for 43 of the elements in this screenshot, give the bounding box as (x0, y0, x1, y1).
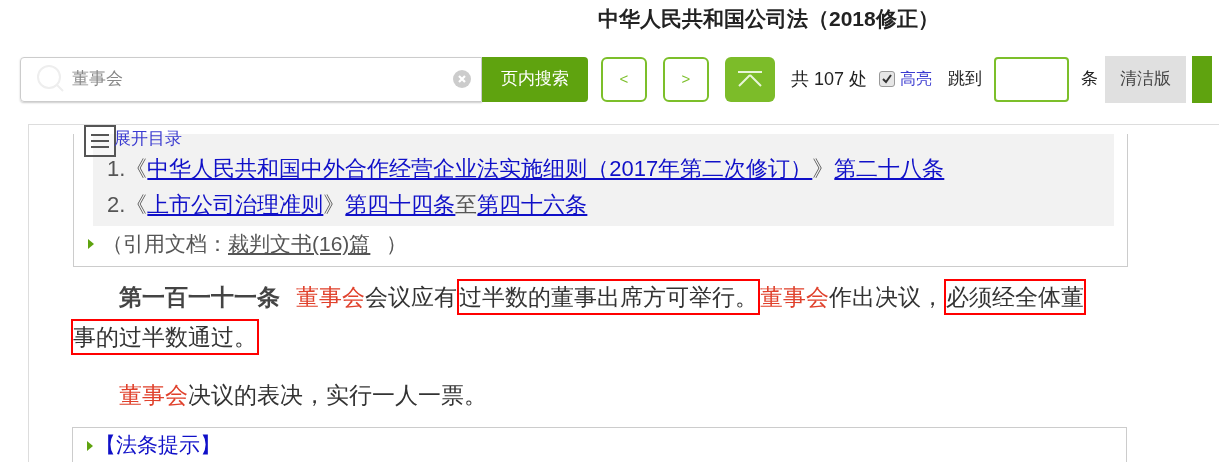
list-number: 2. (107, 190, 126, 219)
search-input[interactable]: 董事会 (72, 66, 453, 92)
bracket: 》 (323, 190, 346, 219)
range-text: 至 (455, 190, 478, 219)
jump-suffix: 条 (1081, 68, 1099, 91)
expand-icon[interactable] (87, 440, 93, 451)
cited-label: （引用文档： (102, 231, 228, 257)
highlight-label[interactable]: 高亮 (900, 67, 933, 91)
menu-icon[interactable] (84, 125, 116, 157)
paragraph-text: 决议的表决，实行一人一票。 (188, 381, 487, 408)
marked-text: 过半数的董事出席方可举行。 (457, 278, 760, 315)
law-link[interactable]: 上市公司治理准则 (147, 187, 324, 221)
article-link[interactable]: 第二十八条 (834, 151, 945, 185)
clean-version-button[interactable]: 清洁版 (1105, 55, 1187, 103)
tips-heading[interactable]: 【法条提示】 (95, 428, 221, 460)
article-number: 第一百一十一条 (119, 283, 280, 310)
jump-field[interactable] (994, 56, 1070, 102)
marked-text: 事的过半数通过。 (71, 318, 259, 355)
top-button[interactable] (725, 56, 775, 102)
bracket: 》 (812, 154, 835, 183)
highlighted-term: 董事会 (119, 381, 188, 408)
expand-icon[interactable] (88, 238, 94, 249)
cited-link[interactable]: 裁判文书(16)篇 (228, 228, 371, 260)
law-link[interactable]: 中华人民共和国中外合作经营企业法实施细则（2017年第二次修订） (147, 151, 813, 185)
match-count: 共 107 处 (791, 67, 868, 91)
highlight-checkbox[interactable] (879, 71, 896, 87)
bracket: 《 (125, 154, 148, 183)
marked-text: 必须经全体董 (944, 278, 1086, 315)
list-number: 1. (107, 154, 126, 183)
top-icon (736, 71, 764, 87)
paragraph-text: 会议应有 (365, 283, 457, 310)
paragraph-text: 作出决议， (829, 283, 944, 310)
cited-close: ） (386, 231, 408, 257)
article-link[interactable]: 第四十四条 (345, 187, 456, 221)
cut-off-button[interactable] (1192, 55, 1213, 103)
highlighted-term: 董事会 (760, 283, 829, 310)
document-title: 中华人民共和国公司法（2018修正） (598, 5, 939, 32)
bracket: 《 (125, 190, 148, 219)
clear-icon[interactable] (453, 70, 471, 88)
article-link[interactable]: 第四十六条 (477, 187, 588, 221)
search-field[interactable]: 董事会 (20, 56, 482, 102)
jump-label: 跳到 (948, 68, 983, 91)
highlighted-term: 董事会 (296, 283, 365, 310)
